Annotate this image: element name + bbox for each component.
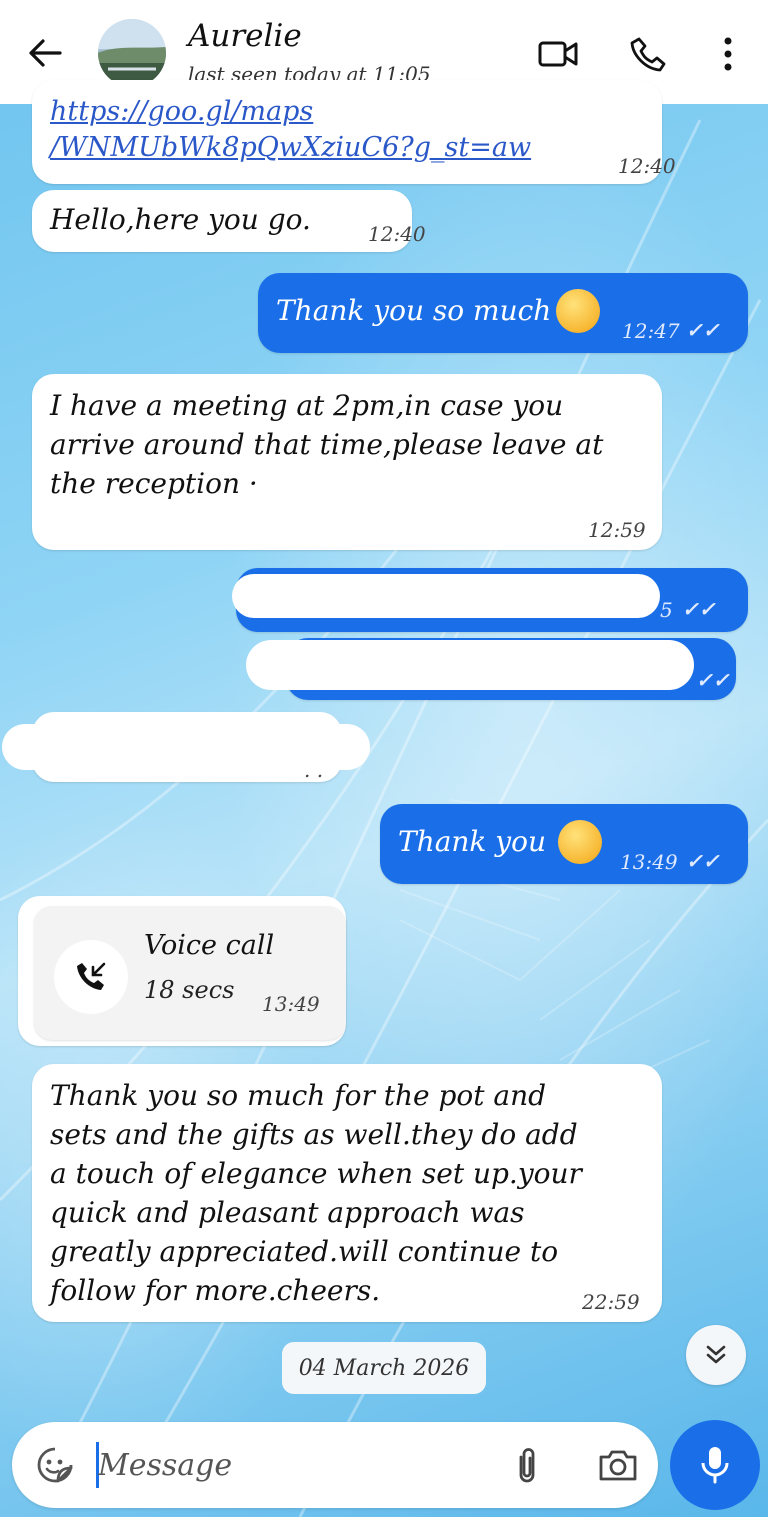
video-camera-icon[interactable]: [536, 32, 580, 76]
microphone-button[interactable]: [670, 1420, 760, 1510]
microphone-icon: [701, 1447, 729, 1484]
message-time: 12:47: [622, 319, 680, 343]
more-vertical-icon[interactable]: [706, 32, 750, 76]
message-time: 12:40: [368, 222, 426, 246]
paperclip-icon[interactable]: [506, 1444, 548, 1486]
read-receipt-icon: ✓✓: [686, 318, 720, 342]
contact-avatar[interactable]: [98, 19, 166, 87]
message-time: 22:59: [582, 1290, 640, 1314]
message-bubble-outgoing[interactable]: 5 ✓✓: [232, 568, 748, 632]
read-receipt-icon: ✓✓: [686, 849, 720, 873]
read-receipt-icon: ✓✓: [696, 668, 730, 692]
message-bubble-outgoing[interactable]: ✓✓: [246, 638, 736, 700]
incoming-call-icon: [54, 940, 128, 1014]
message-bubble-link[interactable]: https://goo.gl/maps /WNMUbWk8pQwXziuC6?g…: [32, 80, 676, 184]
redaction-mark: [232, 574, 660, 618]
message-bubble-incoming[interactable]: . .: [2, 712, 370, 782]
read-receipt-icon: ✓✓: [682, 597, 716, 621]
message-bubble-outgoing[interactable]: Thank you 13:49 ✓✓: [380, 804, 748, 884]
message-input[interactable]: [98, 1438, 478, 1492]
camera-icon[interactable]: [596, 1444, 640, 1486]
sticker-icon[interactable]: [34, 1444, 76, 1486]
redaction-mark: [246, 640, 694, 690]
double-chevron-down-icon: [706, 1345, 726, 1364]
scroll-down-button[interactable]: [686, 1325, 746, 1385]
message-time: . .: [304, 758, 324, 782]
voice-call-duration: 18 secs: [144, 976, 235, 1004]
message-time: 12:40: [618, 154, 676, 178]
message-time: 13:49: [262, 992, 320, 1016]
smiling-emoji-icon: [558, 820, 602, 864]
contact-name[interactable]: Aurelie: [188, 18, 302, 54]
message-text: Thank you so much: [276, 294, 552, 327]
message-bubble-outgoing[interactable]: Thank you so much 12:47 ✓✓: [258, 273, 748, 353]
message-time-partial: 5: [660, 598, 673, 622]
back-arrow-icon[interactable]: [26, 36, 64, 70]
message-text: Hello,here you go.: [50, 203, 311, 236]
voice-call-card[interactable]: Voice call 18 secs 13:49: [34, 906, 346, 1040]
message-text: Thank you so much for the pot and sets a…: [50, 1079, 582, 1307]
message-composer: [12, 1422, 658, 1508]
message-bubble-incoming[interactable]: I have a meeting at 2pm,in case you arri…: [32, 374, 662, 550]
message-text: Thank you: [398, 825, 547, 858]
message-bubble-incoming[interactable]: Hello,here you go. 12:40: [32, 190, 426, 252]
smiling-emoji-icon: [556, 289, 600, 333]
maps-link[interactable]: https://goo.gl/maps /WNMUbWk8pQwXziuC6?g…: [50, 94, 531, 166]
voice-call-title: Voice call: [144, 930, 275, 961]
date-separator: 04 March 2026: [282, 1342, 486, 1394]
phone-icon[interactable]: [626, 32, 670, 76]
redaction-mark: [270, 466, 620, 508]
message-time: 13:49: [620, 850, 678, 874]
message-bubble-incoming[interactable]: Thank you so much for the pot and sets a…: [32, 1064, 662, 1322]
message-time: 12:59: [588, 518, 646, 542]
